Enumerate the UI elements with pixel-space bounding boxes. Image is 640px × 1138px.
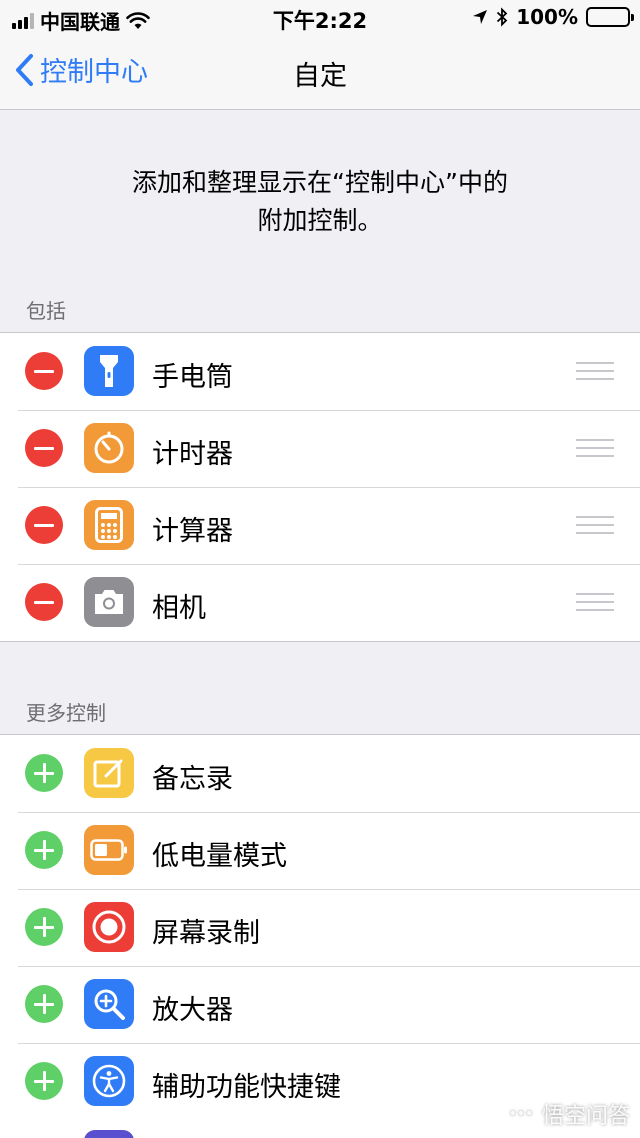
battery-percent: 100% [516,5,578,29]
camera-icon [84,577,134,627]
add-button[interactable] [25,831,63,869]
item-label: 计算器 [152,516,233,547]
list-item: 相机 [0,564,640,641]
accessibility-icon [84,1056,134,1106]
item-label: 备忘录 [152,764,233,795]
location-arrow-icon [473,10,488,24]
add-button[interactable] [25,908,63,946]
reorder-handle-icon[interactable] [576,593,614,611]
item-label: 放大器 [152,995,233,1026]
watermark-text: 悟空问答 [541,1104,630,1129]
more-controls-list: 备忘录 低电量模式 屏幕录制 放大器 辅助功能快捷键 [0,734,640,1138]
item-label: 相机 [152,593,206,624]
description: 添加和整理显示在“控制中心”中的 附加控制。 [0,164,640,240]
list-item: 屏幕录制 [0,889,640,966]
description-line-1: 添加和整理显示在“控制中心”中的 [132,168,508,197]
page-title: 自定 [293,61,347,92]
add-button[interactable] [25,985,63,1023]
add-button[interactable] [25,754,63,792]
watermark-logo-icon: ••• [505,1099,536,1129]
partial-app-icon [84,1130,134,1138]
list-item: 计时器 [0,410,640,487]
list-item: 低电量模式 [0,812,640,889]
bluetooth-icon [497,7,508,27]
list-item: 手电筒 [0,333,640,410]
add-button[interactable] [25,1062,63,1100]
list-item: 放大器 [0,966,640,1043]
status-bar: 中国联通 下午2:22 100% [0,0,640,36]
timer-icon [84,423,134,473]
status-right: 100% [472,5,634,29]
battery-icon [586,7,634,27]
item-label: 辅助功能快捷键 [152,1072,341,1103]
low-power-icon [84,825,134,875]
notes-icon [84,748,134,798]
flashlight-icon [84,346,134,396]
description-line-2: 附加控制。 [257,206,383,235]
list-item: 计算器 [0,487,640,564]
item-label: 屏幕录制 [152,918,260,949]
list-item: 备忘录 [0,735,640,812]
reorder-handle-icon[interactable] [576,362,614,380]
item-label: 低电量模式 [152,841,287,872]
reorder-handle-icon[interactable] [576,516,614,534]
remove-button[interactable] [25,352,63,390]
included-list: 手电筒 计时器 计算器 相机 [0,332,640,642]
reorder-handle-icon[interactable] [576,439,614,457]
screen-record-icon [84,902,134,952]
magnifier-icon [84,979,134,1029]
section-header-included: 包括 [26,299,66,323]
calculator-icon [84,500,134,550]
section-header-more: 更多控制 [26,701,106,725]
watermark: ••• 悟空问答 [505,1098,630,1130]
item-label: 计时器 [152,439,233,470]
remove-button[interactable] [25,506,63,544]
remove-button[interactable] [25,429,63,467]
item-label: 手电筒 [152,362,233,393]
navigation-bar: 控制中心 自定 [0,36,640,110]
remove-button[interactable] [25,583,63,621]
